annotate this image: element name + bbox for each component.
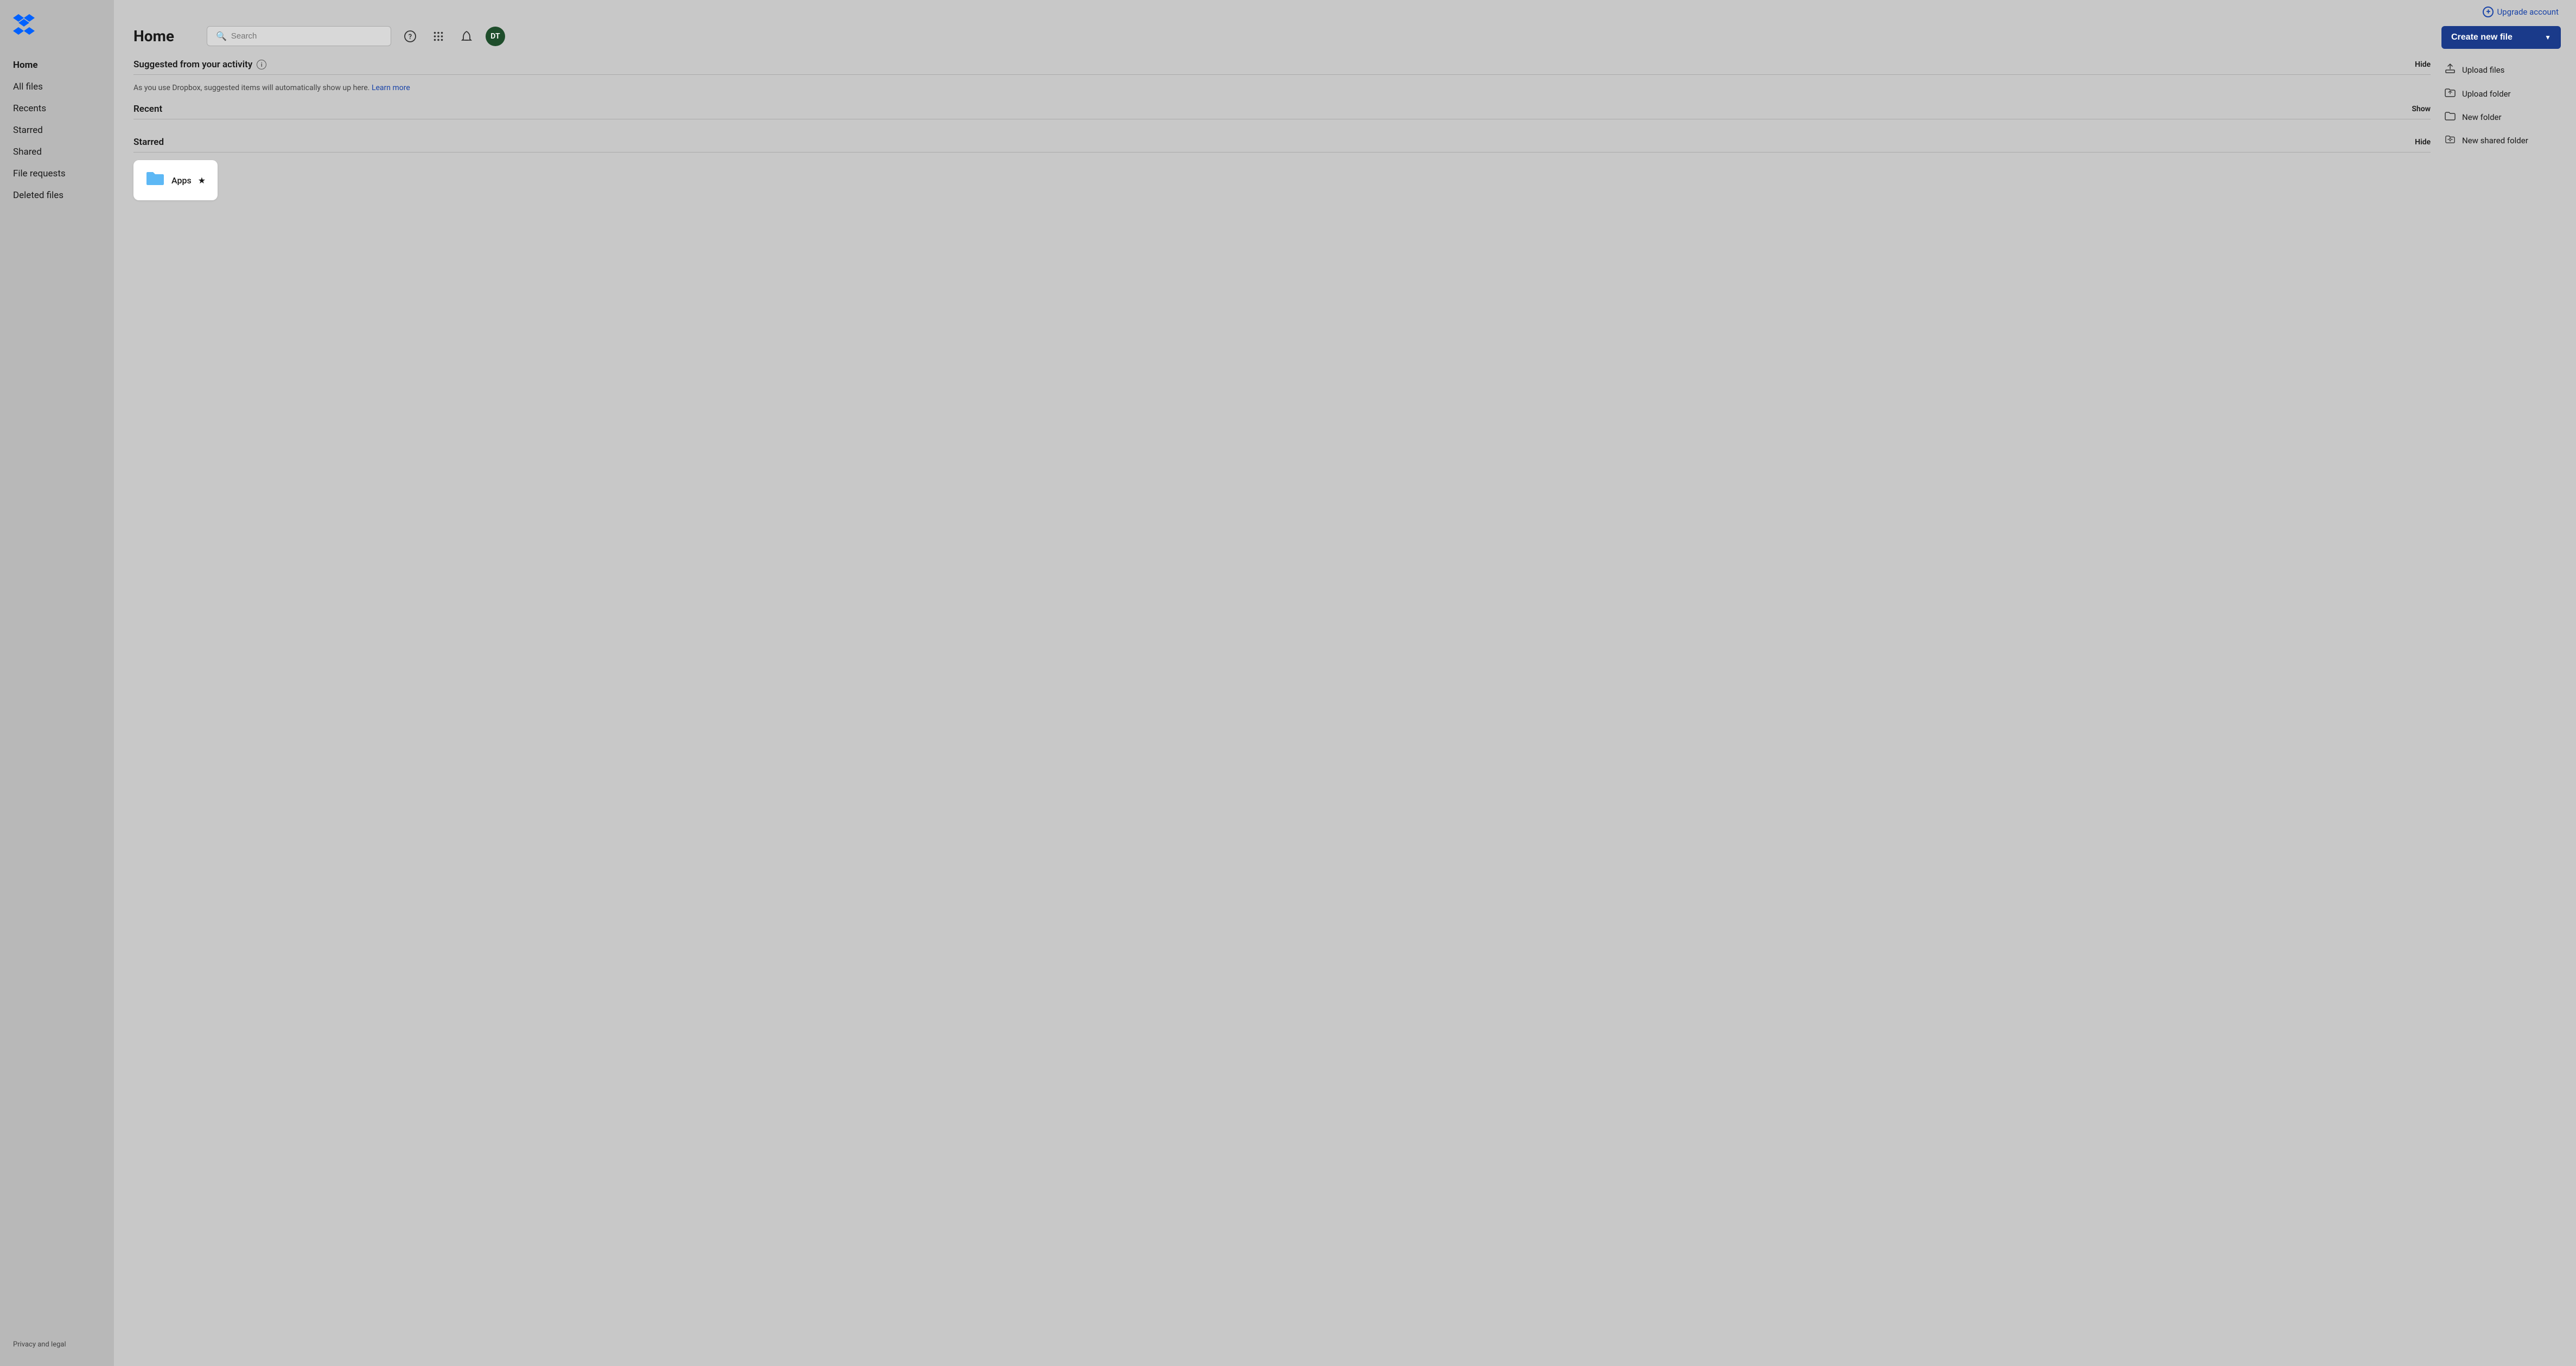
upload-files-icon <box>2445 63 2456 77</box>
header-icons: ? <box>401 27 505 46</box>
recent-section-header: Recent Show <box>133 104 2431 119</box>
new-shared-folder-label: New shared folder <box>2462 136 2528 145</box>
folder-icon <box>145 170 165 190</box>
star-icon: ★ <box>198 175 206 186</box>
help-icon[interactable]: ? <box>401 27 419 46</box>
suggested-hide-button[interactable]: Hide <box>2415 60 2431 69</box>
page-title: Home <box>133 27 174 45</box>
avatar[interactable]: DT <box>486 27 505 46</box>
starred-items-list: Apps ★ <box>133 160 2431 200</box>
upgrade-account-link[interactable]: + Upgrade account <box>2483 7 2559 17</box>
page-main: Home 🔍 ? <box>133 22 2431 1366</box>
starred-hide-button[interactable]: Hide <box>2415 138 2431 147</box>
sidebar-item-starred[interactable]: Starred <box>0 119 114 141</box>
sidebar-item-deleted-files[interactable]: Deleted files <box>0 185 114 206</box>
recent-section-title: Recent <box>133 104 162 115</box>
upload-folder-button[interactable]: Upload folder <box>2441 82 2561 105</box>
folder-name: Apps <box>171 175 192 186</box>
learn-more-link[interactable]: Learn more <box>372 84 410 92</box>
search-icon: 🔍 <box>216 31 227 41</box>
right-panel: Create new file ▼ Upload files <box>2431 22 2561 1366</box>
sidebar-item-file-requests[interactable]: File requests <box>0 163 114 185</box>
upload-folder-icon <box>2445 87 2456 100</box>
starred-section: Starred Hide Apps ★ <box>133 137 2431 200</box>
svg-text:?: ? <box>409 33 412 41</box>
main-content: + Upgrade account Home 🔍 ? <box>114 0 2576 1366</box>
dropbox-logo[interactable] <box>0 13 114 54</box>
recent-show-button[interactable]: Show <box>2412 105 2431 113</box>
page-header: Home 🔍 ? <box>133 26 2431 46</box>
new-shared-folder-button[interactable]: New shared folder <box>2441 129 2561 152</box>
suggested-body-text: As you use Dropbox, suggested items will… <box>133 82 2431 94</box>
upload-files-button[interactable]: Upload files <box>2441 58 2561 82</box>
new-folder-icon <box>2445 111 2456 123</box>
suggested-section-title: Suggested from your activity i <box>133 59 266 70</box>
upload-folder-label: Upload folder <box>2462 89 2511 99</box>
suggested-section: Suggested from your activity i Hide As y… <box>133 59 2431 94</box>
upgrade-account-label: Upgrade account <box>2497 7 2559 17</box>
search-input[interactable] <box>231 31 382 41</box>
create-new-file-button[interactable]: Create new file ▼ <box>2441 26 2561 49</box>
new-shared-folder-icon <box>2445 134 2456 147</box>
new-folder-button[interactable]: New folder <box>2441 105 2561 129</box>
sidebar-item-shared[interactable]: Shared <box>0 141 114 163</box>
starred-section-header: Starred Hide <box>133 137 2431 153</box>
sidebar-item-recents[interactable]: Recents <box>0 98 114 119</box>
new-folder-label: New folder <box>2462 112 2502 122</box>
sidebar-item-home[interactable]: Home <box>0 54 114 76</box>
create-btn-chevron-icon: ▼ <box>2545 34 2551 41</box>
starred-section-title: Starred <box>133 137 164 148</box>
sidebar-item-all-files[interactable]: All files <box>0 76 114 98</box>
content-area: Home 🔍 ? <box>114 22 2576 1366</box>
suggested-section-header: Suggested from your activity i Hide <box>133 59 2431 75</box>
sidebar-nav: Home All files Recents Starred Shared Fi… <box>0 54 114 1332</box>
suggested-info-icon[interactable]: i <box>257 60 266 69</box>
search-bar[interactable]: 🔍 <box>207 26 391 46</box>
topbar: + Upgrade account <box>114 0 2576 22</box>
privacy-legal-link[interactable]: Privacy and legal <box>0 1332 114 1357</box>
sidebar: Home All files Recents Starred Shared Fi… <box>0 0 114 1366</box>
recent-section: Recent Show <box>133 104 2431 127</box>
starred-folder-apps[interactable]: Apps ★ <box>133 160 218 200</box>
upgrade-circle-icon: + <box>2483 7 2494 17</box>
upload-files-label: Upload files <box>2462 65 2504 75</box>
notifications-icon[interactable] <box>457 27 476 46</box>
apps-grid-icon[interactable] <box>429 27 448 46</box>
